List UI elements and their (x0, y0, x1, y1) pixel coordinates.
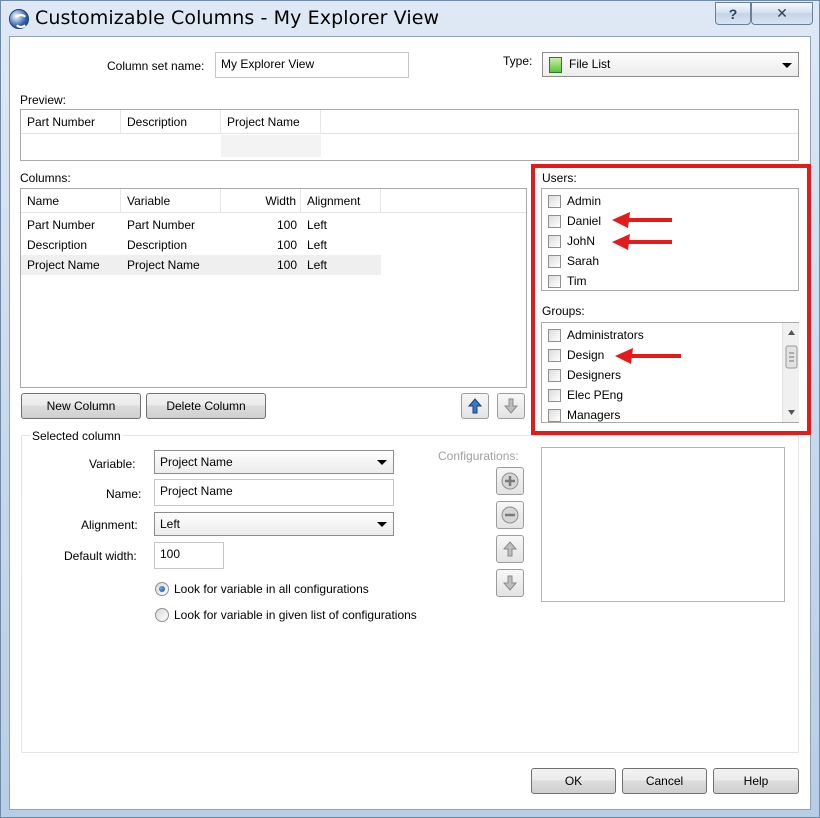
file-list-icon (549, 57, 562, 73)
radio-all-configurations[interactable]: Look for variable in all configurations (155, 582, 369, 596)
help-button[interactable]: Help (713, 768, 799, 794)
ok-button[interactable]: OK (531, 768, 616, 794)
type-dropdown[interactable]: File List (542, 52, 799, 77)
variable-label: Variable: (89, 457, 136, 471)
preview-col-project-name[interactable]: Project Name (221, 110, 321, 134)
type-value: File List (569, 57, 611, 71)
preview-col-part-number[interactable]: Part Number (21, 110, 121, 134)
plus-icon (501, 472, 519, 490)
variable-value: Project Name (160, 455, 233, 469)
row-width: 100 (276, 218, 297, 232)
columns-header-alignment[interactable]: Alignment (301, 189, 381, 213)
move-up-button[interactable] (461, 393, 489, 419)
table-row[interactable]: Part Number Part Number 100 Left (21, 215, 381, 235)
help-icon: ? (728, 5, 738, 22)
minus-icon (501, 506, 519, 524)
close-button[interactable]: ✕ (751, 2, 813, 25)
red-arrow-icon (615, 348, 681, 364)
row-name: Project Name (27, 258, 100, 272)
app-icon (9, 9, 29, 29)
row-alignment: Left (307, 258, 328, 272)
columns-header-name[interactable]: Name (21, 189, 121, 213)
selected-column-label: Selected column (30, 429, 123, 443)
variable-dropdown[interactable]: Project Name (154, 450, 394, 474)
configuration-down-button[interactable] (496, 569, 524, 597)
delete-column-button[interactable]: Delete Column (146, 393, 266, 419)
preview-col-description[interactable]: Description (121, 110, 221, 134)
cancel-button[interactable]: Cancel (622, 768, 707, 794)
arrow-up-icon (503, 541, 517, 557)
help-caption-button[interactable]: ? (715, 2, 751, 25)
preview-label: Preview: (20, 93, 67, 107)
row-variable: Project Name (127, 258, 200, 272)
columns-header-variable[interactable]: Variable (121, 189, 221, 213)
remove-configuration-button[interactable] (496, 501, 524, 529)
arrow-down-icon (504, 398, 518, 414)
alignment-label: Alignment: (81, 518, 138, 532)
row-alignment: Left (307, 218, 328, 232)
chevron-down-icon (377, 522, 387, 527)
column-set-name-label: Column set name: (107, 59, 205, 73)
arrow-up-icon (468, 398, 482, 414)
radio-selected[interactable] (155, 582, 169, 596)
arrow-down-icon (503, 575, 517, 591)
chevron-down-icon (782, 62, 792, 68)
chevron-down-icon (377, 460, 387, 465)
add-configuration-button[interactable] (496, 467, 524, 495)
columns-header-width[interactable]: Width (221, 189, 301, 213)
preview-header: Part Number Description Project Name (21, 110, 798, 134)
default-width-input[interactable]: 100 (154, 542, 224, 569)
preview-selected-cell (221, 135, 321, 157)
table-row[interactable]: Description Description 100 Left (21, 235, 381, 255)
columns-header: Name Variable Width Alignment (21, 189, 526, 213)
configurations-label: Configurations: (438, 449, 519, 463)
row-width: 100 (276, 258, 297, 272)
default-width-label: Default width: (64, 549, 137, 563)
highlight-box (531, 164, 811, 435)
alignment-dropdown[interactable]: Left (154, 512, 394, 536)
column-set-name-input[interactable]: My Explorer View (215, 52, 409, 78)
row-name: Description (27, 238, 88, 252)
configurations-list[interactable] (541, 447, 785, 602)
radio-unselected[interactable] (155, 608, 169, 622)
close-icon: ✕ (776, 5, 788, 21)
columns-label: Columns: (20, 171, 71, 185)
name-input[interactable]: Project Name (154, 479, 394, 506)
red-arrow-icon (612, 234, 672, 250)
dialog-client: Column set name: My Explorer View Type: … (9, 36, 811, 810)
type-label: Type: (503, 54, 533, 68)
row-variable: Part Number (127, 218, 196, 232)
row-width: 100 (276, 238, 297, 252)
row-alignment: Left (307, 238, 328, 252)
alignment-value: Left (160, 517, 181, 531)
move-down-button[interactable] (497, 393, 525, 419)
table-row-selected[interactable]: Project Name Project Name 100 Left (21, 255, 381, 275)
red-arrow-icon (612, 212, 672, 228)
row-name: Part Number (27, 218, 96, 232)
radio-given-configurations[interactable]: Look for variable in given list of confi… (155, 608, 417, 622)
preview-panel: Part Number Description Project Name (20, 109, 799, 161)
window-title: Customizable Columns - My Explorer View (35, 7, 440, 29)
row-variable: Description (127, 238, 188, 252)
configuration-up-button[interactable] (496, 535, 524, 563)
columns-list[interactable]: Name Variable Width Alignment Part Numbe… (20, 188, 527, 388)
new-column-button[interactable]: New Column (21, 393, 141, 419)
name-label: Name: (106, 487, 142, 501)
